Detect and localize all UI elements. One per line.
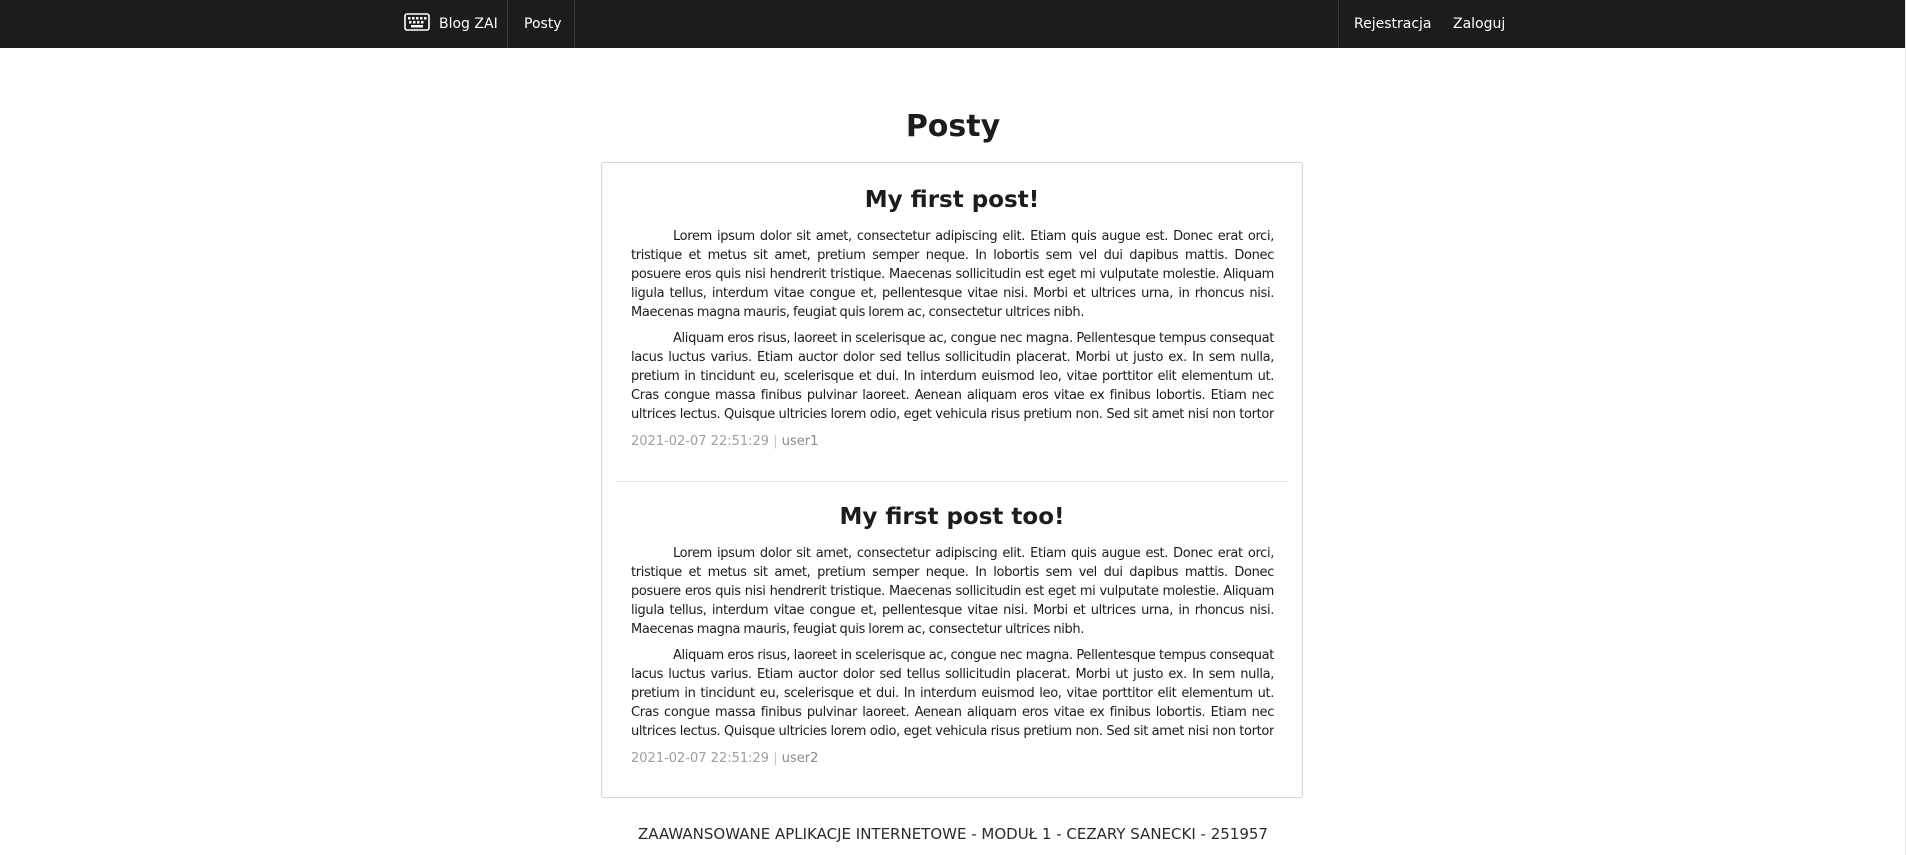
post-paragraph: Aliquam eros risus, laoreet in scelerisq… — [631, 648, 1274, 739]
nav-posts-link[interactable]: Posty — [508, 0, 575, 48]
post-divider — [616, 481, 1288, 482]
post-meta: 2021-02-07 22:51:29 | user1 — [631, 433, 818, 451]
post-date: 2021-02-07 22:51:29 — [631, 751, 770, 766]
post-date: 2021-02-07 22:51:29 — [631, 434, 770, 449]
post-paragraph: Lorem ipsum dolor sit amet, consectetur … — [631, 546, 1274, 637]
post-title[interactable]: My first post too! — [602, 502, 1302, 532]
meta-separator: | — [773, 751, 778, 766]
page-title: Posty — [905, 109, 1001, 144]
post-paragraph: Lorem ipsum dolor sit amet, consectetur … — [631, 229, 1274, 320]
meta-separator: | — [773, 434, 778, 449]
brand-label: Blog ZAI — [439, 16, 498, 32]
nav-register-label: Rejestracja — [1354, 16, 1432, 32]
brand-link[interactable]: Blog ZAI — [388, 0, 508, 48]
post-author: user1 — [781, 434, 819, 449]
post-title[interactable]: My first post! — [602, 185, 1302, 215]
top-menu-bar: Blog ZAI Posty Rejestracja Zaloguj — [0, 0, 1906, 48]
nav-register-link[interactable]: Rejestracja — [1338, 0, 1438, 48]
post-author: user2 — [781, 751, 819, 766]
post-paragraph: Aliquam eros risus, laoreet in scelerisq… — [631, 331, 1274, 422]
footer-text: ZAAWANSOWANE APLIKACJE INTERNETOWE - MOD… — [638, 825, 1268, 843]
nav-login-label: Zaloguj — [1453, 16, 1506, 32]
posts-panel: My first post! Lorem ipsum dolor sit ame… — [601, 162, 1303, 798]
post-meta: 2021-02-07 22:51:29 | user2 — [631, 750, 818, 768]
nav-posts-label: Posty — [524, 16, 562, 32]
keyboard-icon — [404, 13, 430, 35]
nav-login-link[interactable]: Zaloguj — [1438, 0, 1518, 48]
